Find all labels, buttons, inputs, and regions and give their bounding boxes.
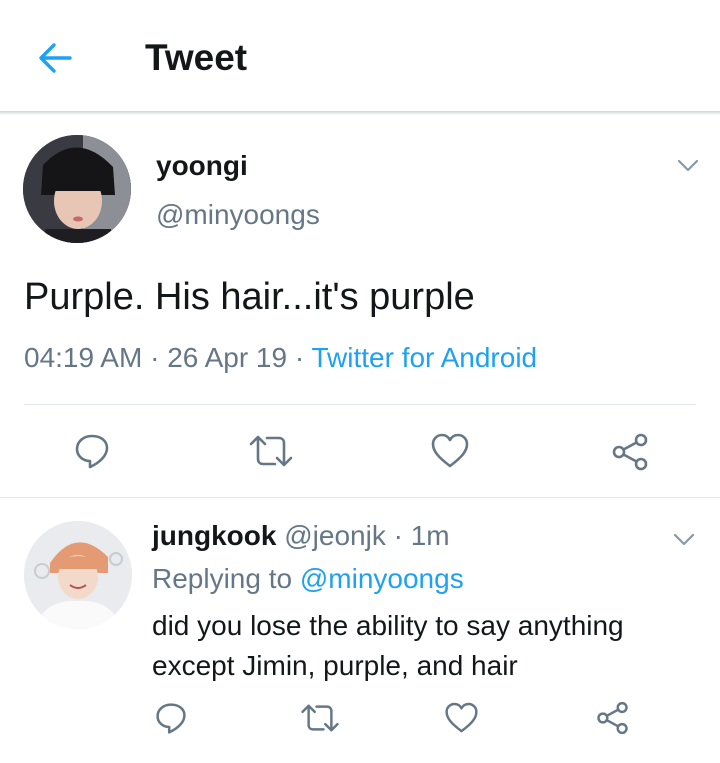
retweet-button[interactable] — [299, 701, 341, 735]
top-bar: Tweet — [0, 0, 720, 112]
tweet-date: 26 Apr 19 — [167, 342, 288, 373]
reply-icon — [156, 703, 186, 734]
share-icon — [612, 433, 648, 471]
avatar-image — [23, 135, 131, 243]
share-button[interactable] — [595, 700, 630, 736]
reply-button[interactable] — [154, 701, 188, 735]
share-button[interactable] — [610, 432, 650, 472]
reply-header: jungkook @jeonjk · 1m — [152, 520, 450, 552]
page-title: Tweet — [145, 37, 248, 78]
author-name[interactable]: yoongi — [156, 150, 248, 182]
meta-separator: · — [393, 520, 403, 551]
share-icon — [597, 701, 628, 735]
arrow-left-icon — [39, 43, 72, 73]
meta-separator: · — [294, 342, 305, 373]
replying-to-link[interactable]: @minyoongs — [300, 563, 464, 594]
heart-icon — [431, 433, 469, 468]
meta-separator: · — [150, 342, 160, 373]
tweet-source-link[interactable]: Twitter for Android — [311, 342, 537, 373]
avatar[interactable] — [24, 521, 132, 629]
like-button[interactable] — [444, 701, 479, 735]
heart-icon — [445, 702, 478, 733]
divider — [0, 497, 720, 498]
top-bar-shadow — [0, 111, 720, 115]
tweet-text: Purple. His hair...it's purple — [24, 276, 475, 318]
reply-author-name[interactable]: jungkook — [152, 520, 276, 551]
replying-to: Replying to @minyoongs — [152, 563, 464, 595]
reply-button[interactable] — [73, 432, 111, 470]
retweet-icon — [301, 704, 339, 732]
reply-text: did you lose the ability to say anything… — [152, 610, 624, 681]
tweet-time: 04:19 AM — [24, 342, 143, 373]
back-button[interactable] — [34, 36, 78, 80]
tweet-options-button[interactable] — [677, 159, 699, 173]
divider — [24, 404, 696, 405]
reply-icon — [75, 434, 109, 469]
retweet-icon — [249, 435, 293, 467]
chevron-down-icon — [673, 533, 695, 546]
chevron-down-icon — [677, 159, 699, 172]
tweet-meta: 04:19 AM · 26 Apr 19 · Twitter for Andro… — [24, 342, 537, 374]
avatar-image — [24, 521, 132, 629]
author-handle[interactable]: @minyoongs — [156, 199, 320, 231]
avatar[interactable] — [23, 135, 131, 243]
like-button[interactable] — [430, 432, 470, 470]
retweet-button[interactable] — [247, 432, 295, 470]
replying-prefix: Replying to — [152, 563, 293, 594]
reply-age: 1m — [410, 520, 450, 551]
reply-author-handle[interactable]: @jeonjk — [284, 520, 386, 551]
reply-options-button[interactable] — [673, 533, 695, 547]
